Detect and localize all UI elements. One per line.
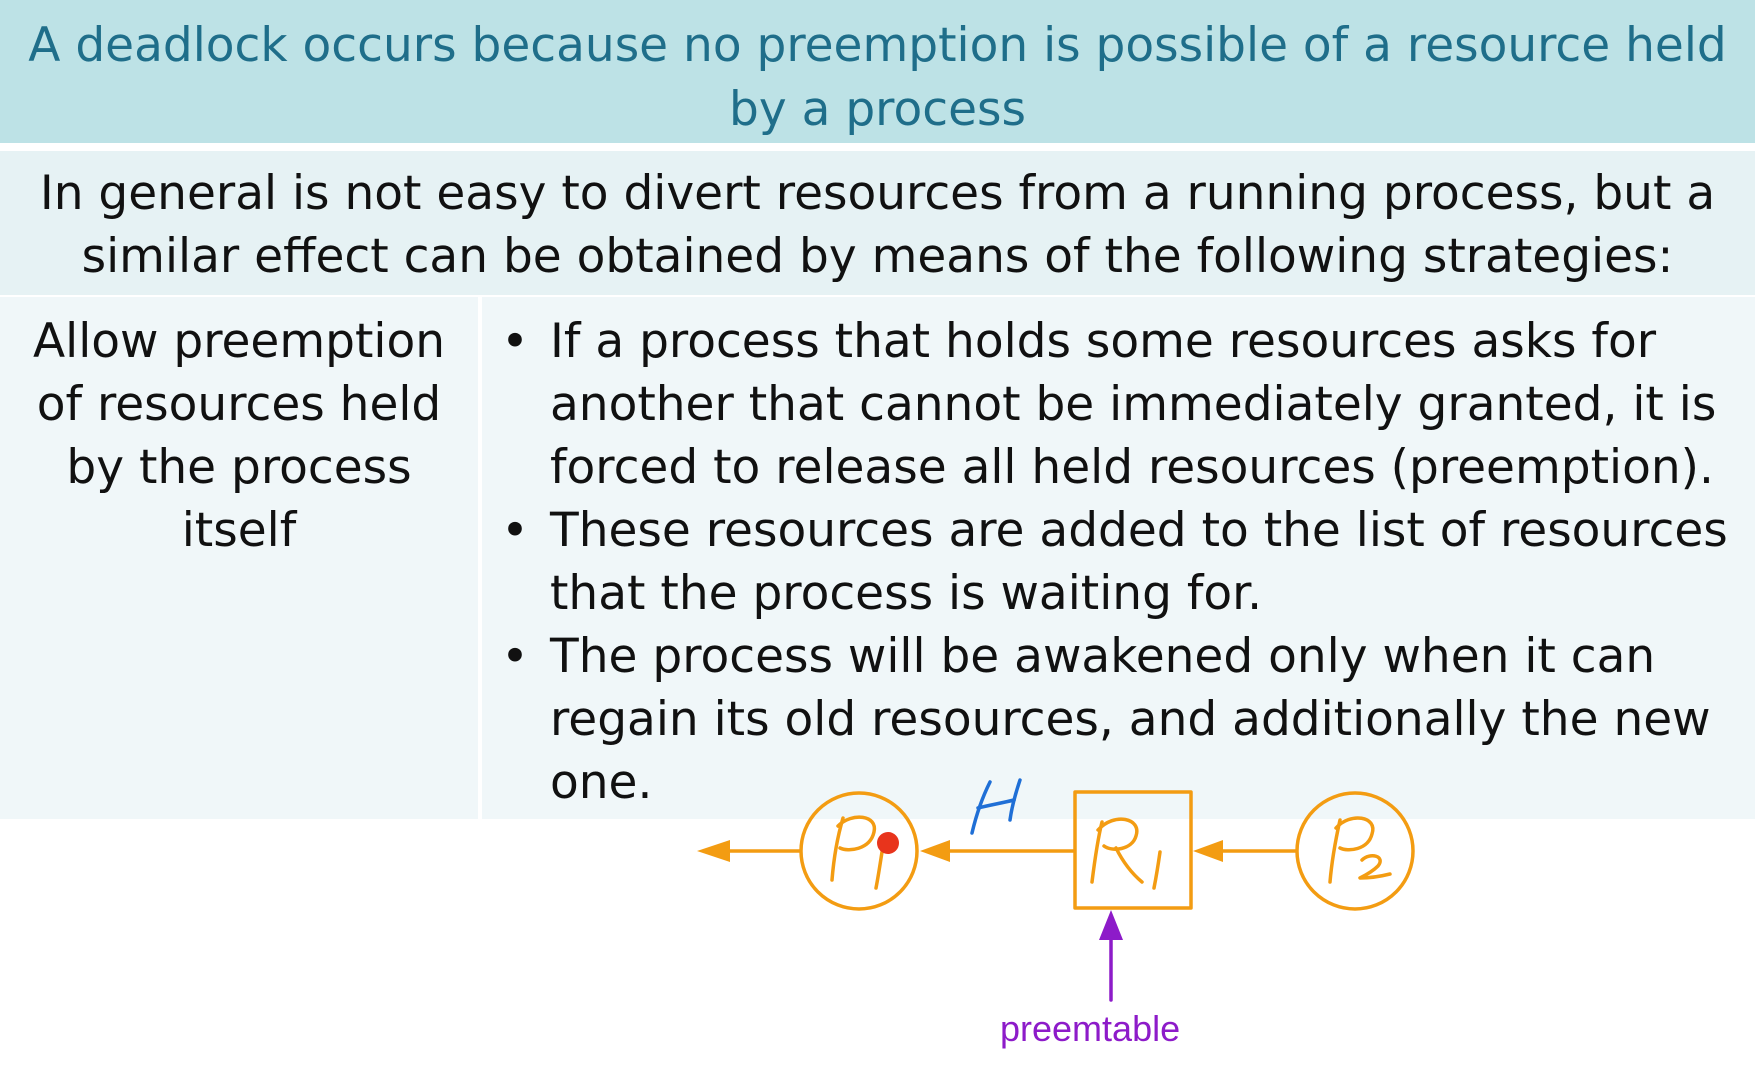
preempt-arrowhead: [1099, 910, 1123, 940]
bullet-line: that the process is waiting for.: [550, 566, 1263, 621]
bullet-item: • The process will be awakened only when…: [500, 625, 1740, 814]
bullet-line: If a process that holds some resources a…: [550, 314, 1657, 369]
preemptable-label: preemtable: [1000, 1008, 1181, 1049]
strategy-bullet-list: • If a process that holds some resources…: [500, 310, 1740, 814]
title-line-2: by a process: [729, 82, 1026, 137]
strategy-label-line: by the process: [66, 440, 412, 495]
strategy-label-line: Allow preemption: [32, 314, 445, 369]
marker-dot: [877, 832, 899, 854]
strategy-label-line: itself: [181, 503, 297, 558]
bullet-line: forced to release all held resources (pr…: [550, 440, 1714, 495]
p1-subscript: [874, 850, 884, 890]
intro-text: In general is not easy to divert resourc…: [0, 162, 1755, 288]
strategy-label-line: of resources held: [36, 377, 442, 432]
intro-line-1: In general is not easy to divert resourc…: [39, 166, 1716, 221]
r1-subscript: [1152, 850, 1162, 890]
p2-glyph: [1328, 816, 1375, 884]
slide-title: A deadlock occurs because no preemption …: [0, 14, 1755, 142]
bullet-line: These resources are added to the list of…: [550, 503, 1728, 558]
bullet-dot-icon: •: [501, 314, 529, 369]
r1-glyph: [1090, 817, 1144, 884]
p2-subscript: [1358, 854, 1392, 880]
request-arrowhead: [1193, 840, 1223, 862]
bullet-dot-icon: •: [501, 503, 529, 558]
bullet-line: another that cannot be immediately grant…: [550, 377, 1717, 432]
bullet-line: The process will be awakened only when i…: [550, 629, 1656, 684]
hold-arrowhead: [920, 840, 950, 862]
bullet-line: one.: [550, 755, 653, 810]
bullet-dot-icon: •: [501, 629, 529, 684]
bullet-item: • These resources are added to the list …: [500, 499, 1740, 625]
p1-glyph: [830, 815, 876, 882]
bullet-item: • If a process that holds some resources…: [500, 310, 1740, 499]
strategy-label: Allow preemption of resources held by th…: [0, 310, 478, 562]
title-line-1: A deadlock occurs because no preemption …: [28, 18, 1727, 73]
bullet-line: regain its old resources, and additional…: [550, 692, 1711, 747]
intro-line-2: similar effect can be obtained by means …: [81, 229, 1674, 284]
outgoing-arrowhead: [697, 840, 730, 862]
